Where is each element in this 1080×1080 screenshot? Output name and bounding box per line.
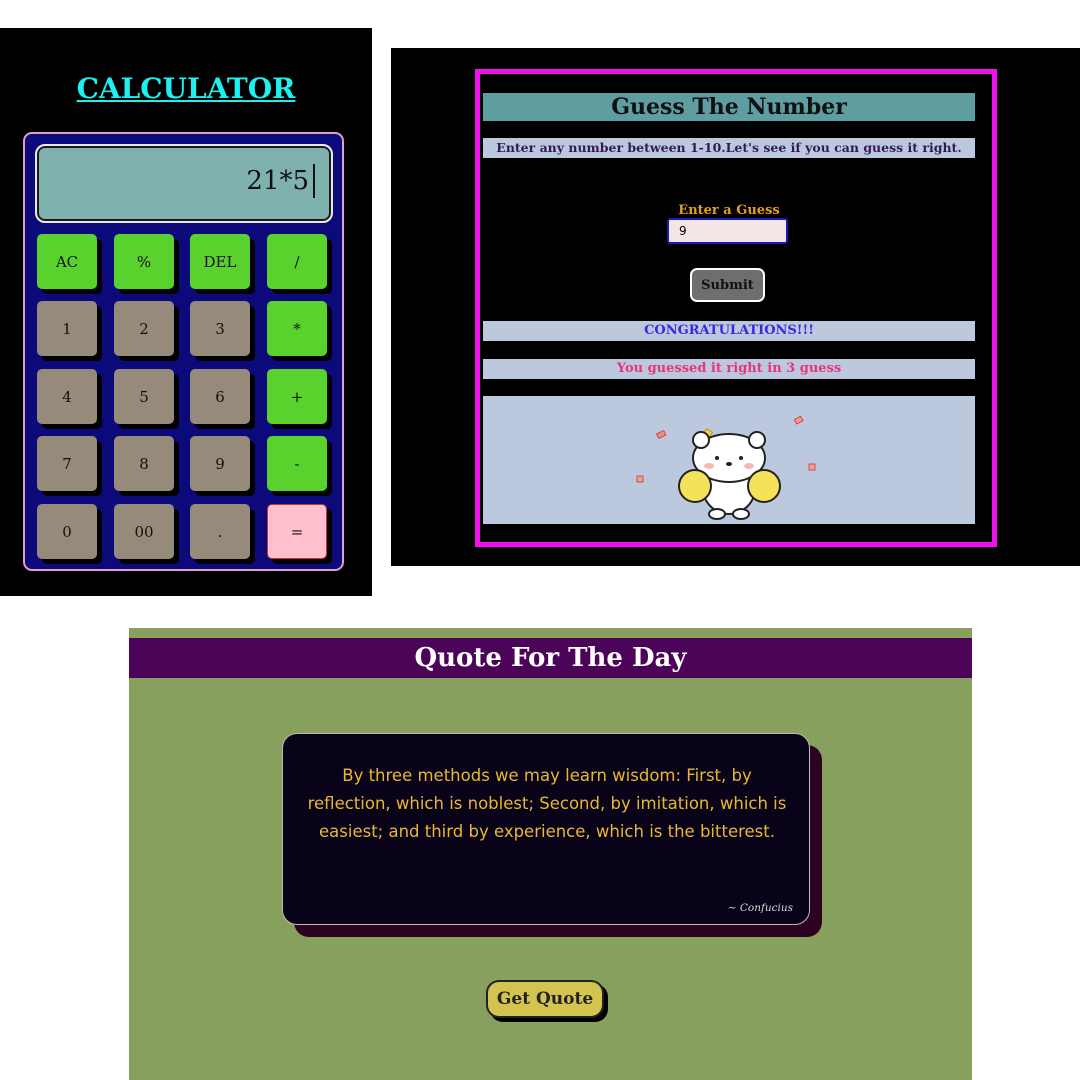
calculator-title: CALCULATOR (76, 72, 296, 105)
quote-header: Quote For The Day (129, 638, 972, 678)
calculator-display-value: 21*5 (246, 166, 309, 196)
key-multiply[interactable]: * (267, 301, 327, 356)
cheering-bear-icon (636, 415, 816, 520)
guess-input[interactable] (667, 218, 788, 244)
key-2[interactable]: 2 (114, 301, 174, 356)
guess-frame: Guess The Number Enter any number betwee… (475, 69, 997, 547)
key-8[interactable]: 8 (114, 436, 174, 491)
key-7[interactable]: 7 (37, 436, 97, 491)
quote-app: Quote For The Day By three methods we ma… (129, 628, 972, 1080)
key-5[interactable]: 5 (114, 369, 174, 424)
guess-input-label: Enter a Guess (678, 203, 780, 218)
key-percent[interactable]: % (114, 234, 174, 289)
key-4[interactable]: 4 (37, 369, 97, 424)
quote-text: By three methods we may learn wisdom: Fi… (307, 766, 787, 841)
key-add[interactable]: + (267, 369, 327, 424)
quote-author: ~ Confucius (727, 902, 793, 914)
get-quote-button[interactable]: Get Quote (486, 980, 604, 1018)
key-decimal[interactable]: . (190, 504, 250, 559)
key-9[interactable]: 9 (190, 436, 250, 491)
guess-title: Guess The Number (483, 93, 975, 121)
key-delete[interactable]: DEL (190, 234, 250, 289)
key-clear[interactable]: AC (37, 234, 97, 289)
key-subtract[interactable]: - (267, 436, 327, 491)
submit-button[interactable]: Submit (690, 268, 765, 302)
calculator-app: CALCULATOR 21*5 AC % DEL / 1 2 3 * 4 5 6… (0, 28, 372, 596)
guess-instructions: Enter any number between 1-10.Let's see … (483, 138, 975, 158)
key-0[interactable]: 0 (37, 504, 97, 559)
key-3[interactable]: 3 (190, 301, 250, 356)
key-6[interactable]: 6 (190, 369, 250, 424)
key-divide[interactable]: / (267, 234, 327, 289)
congrats-message: CONGRATULATIONS!!! (483, 321, 975, 341)
calculator-display[interactable]: 21*5 (35, 144, 333, 223)
result-message: You guessed it right in 3 guess (483, 359, 975, 379)
quote-card: By three methods we may learn wisdom: Fi… (282, 733, 810, 925)
quote-top-strip (129, 628, 972, 638)
key-00[interactable]: 00 (114, 504, 174, 559)
key-1[interactable]: 1 (37, 301, 97, 356)
text-cursor (313, 164, 315, 198)
guess-game-app: Guess The Number Enter any number betwee… (391, 48, 1080, 566)
calculator-body: 21*5 AC % DEL / 1 2 3 * 4 5 6 + 7 8 9 - … (23, 132, 344, 571)
celebration-image (483, 396, 975, 524)
key-equals[interactable]: = (267, 504, 327, 559)
